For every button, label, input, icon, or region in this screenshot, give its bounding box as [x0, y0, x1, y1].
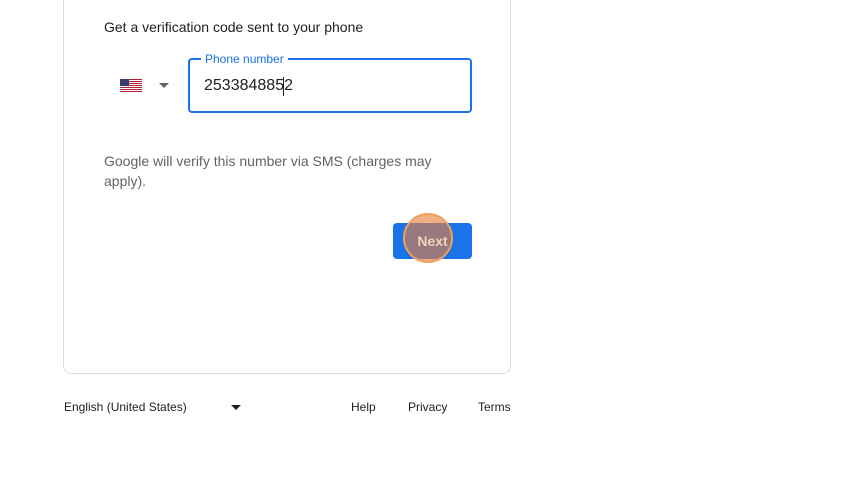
footer-link-terms[interactable]: Terms — [478, 400, 511, 414]
text-cursor — [283, 77, 284, 96]
us-flag-icon — [120, 79, 142, 92]
verification-intro: Get a verification code sent to your pho… — [104, 19, 364, 35]
language-select[interactable]: English (United States) — [64, 397, 254, 417]
sms-charges-note: Google will verify this number via SMS (… — [104, 153, 432, 189]
chevron-down-icon — [231, 405, 241, 410]
phone-number-label: Phone number — [201, 51, 288, 67]
language-label: English (United States) — [64, 400, 187, 414]
page: Get a verification code sent to your pho… — [0, 0, 860, 481]
next-button[interactable] — [393, 223, 472, 259]
footer-link-privacy[interactable]: Privacy — [408, 400, 447, 414]
phone-number-input[interactable] — [204, 74, 454, 98]
country-code-select[interactable] — [112, 70, 176, 100]
chevron-down-icon — [159, 83, 169, 88]
footer-link-help[interactable]: Help — [351, 400, 376, 414]
phone-number-field[interactable]: Phone number — [188, 51, 472, 113]
